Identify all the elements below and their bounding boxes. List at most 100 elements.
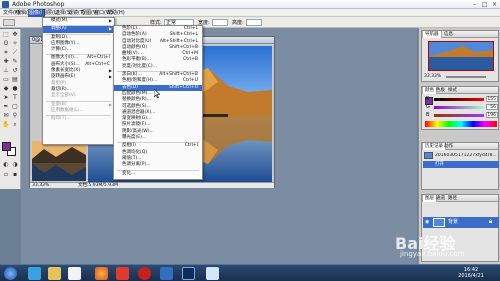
adjust-menu-item-label: 阈值(T)... [122, 155, 142, 161]
quick-mask-icon[interactable]: ◐ [2, 161, 10, 169]
screen-mode-full-icon[interactable]: ▪ [11, 171, 19, 179]
adjust-menu-item-label: 色阶(L)... [122, 26, 142, 31]
stamp-tool-icon[interactable]: ⊥ [2, 67, 10, 75]
firefox-icon[interactable] [95, 267, 108, 280]
app-icon-3[interactable] [206, 267, 219, 280]
qq-icon[interactable] [160, 267, 173, 280]
history-step-row[interactable]: 打开 [423, 161, 499, 168]
photoshop-app-icon [2, 1, 9, 8]
lasso-tool-icon[interactable]: ʘ [2, 40, 10, 48]
g-value[interactable]: 56 [486, 104, 498, 110]
explorer-icon[interactable] [48, 267, 61, 280]
minimize-icon[interactable]: – [470, 1, 479, 8]
photoshop-taskbar-icon[interactable] [182, 267, 195, 280]
b-slider[interactable] [434, 114, 484, 117]
tab-navigator[interactable]: 导航器 [422, 31, 442, 38]
hand-tool-icon[interactable]: ✋ [2, 121, 10, 129]
notes-tool-icon[interactable]: ✉ [2, 112, 10, 120]
history-snapshot-thumb[interactable] [424, 152, 433, 159]
eraser-tool-icon[interactable]: ▭ [2, 76, 10, 84]
adjust-menu-item-label: 去色(D) [122, 84, 138, 90]
dodge-tool-icon[interactable]: ● [11, 85, 19, 93]
image-menu-item-label: 图像大小(I)... [51, 55, 79, 61]
adjust-menu-item-label: 自动色阶(A) [122, 32, 147, 38]
width-input[interactable] [212, 19, 228, 26]
menu-help[interactable]: 帮助(H) [106, 9, 126, 17]
adjust-menu-item-label: 曲线(V)... [122, 51, 142, 57]
g-slider[interactable] [434, 106, 484, 109]
type-tool-icon[interactable]: T [11, 94, 19, 102]
image-menu: 模式(M) ▶ 调整(A) ▶ 复制(D)... 应用图像(Y)... 计算(C)... 图像… [42, 17, 115, 145]
ie-icon[interactable] [28, 267, 41, 280]
zoom-level[interactable]: 33.33% [32, 183, 49, 189]
eyedropper-tool-icon[interactable]: ⚲ [11, 112, 19, 120]
r-slider[interactable] [434, 98, 484, 101]
image-menu-item[interactable]: 陷印(T)... [43, 116, 114, 122]
adjust-menu-item-label: 亮度/对比度(C)... [122, 63, 157, 69]
adjust-menu-item-label: 色调分离(P)... [122, 162, 151, 168]
tab-info[interactable]: 信息 [442, 31, 455, 38]
app-icon-2[interactable] [116, 267, 129, 280]
tab-paths[interactable]: 路径 [446, 195, 459, 202]
zoom-tool-icon[interactable]: ⌕ [11, 121, 19, 129]
color-spectrum-bar[interactable] [425, 121, 497, 127]
layer-row-background[interactable]: ◉ 背景 🔒︎ [423, 217, 499, 228]
history-brush-tool-icon[interactable]: ↺ [11, 67, 19, 75]
navigator-thumbnail[interactable] [428, 41, 494, 71]
image-menu-item-label: 变量(B) [51, 101, 67, 107]
screen-mode-standard-icon[interactable]: ▫ [2, 171, 10, 179]
navigator-zoom[interactable]: 33.33% [424, 74, 441, 79]
marquee-tool-icon[interactable]: ⬚ [2, 31, 10, 39]
crop-tool-icon[interactable]: ⌗ [2, 49, 10, 57]
navigator-panel: 导航器 信息 33.33% [421, 30, 499, 82]
adjust-menu-item-label: 色相/饱和度(H)... [122, 78, 158, 84]
image-menu-item-label: 裁剪(P) [51, 80, 67, 86]
image-menu-item-label: 画布大小(S)... [51, 61, 80, 67]
close-icon[interactable]: × [490, 1, 499, 8]
media-player-icon[interactable] [138, 267, 151, 280]
quick-mask-on-icon[interactable]: ◑ [11, 161, 19, 169]
maximize-icon[interactable]: □ [480, 1, 489, 8]
brush-tool-icon[interactable]: ✎ [11, 58, 19, 66]
system-clock[interactable]: 16:42 2016/4/21 [456, 267, 486, 279]
tab-styles[interactable]: 样式 [446, 87, 459, 94]
adjust-menu-item-label: 替换颜色(R)... [122, 97, 151, 103]
r-value[interactable]: 155 [486, 96, 498, 102]
move-tool-icon[interactable]: ✥ [11, 31, 19, 39]
history-panel: 历史记录 动作 20160305171227xfyd4r8... 打开 [421, 142, 499, 190]
adjust-menu-item-label: 照片滤镜(F)... [122, 122, 151, 128]
title-bar: Adobe Photoshop – □ × [0, 0, 500, 9]
image-menu-item-label: 裁切(R)... [51, 86, 71, 92]
app-icon-1[interactable] [68, 267, 81, 280]
pen-tool-icon[interactable]: ✒ [2, 103, 10, 111]
adjust-menu-item-label: 通道混合器(X)... [122, 109, 156, 115]
navigator-zoom-slider[interactable] [446, 76, 486, 78]
b-value[interactable]: 196 [486, 112, 498, 118]
lock-icon: 🔒︎ [489, 218, 493, 225]
healing-brush-tool-icon[interactable]: ✚ [2, 58, 10, 66]
image-menu-item-label: 陷印(T)... [51, 116, 71, 122]
blur-tool-icon[interactable]: ◆ [2, 85, 10, 93]
marquee-tool-preset-icon[interactable] [3, 19, 15, 26]
path-select-tool-icon[interactable]: ➤ [2, 94, 10, 102]
layer-thumbnail [433, 218, 445, 227]
menu-bar: 文件(F) 编辑(E) 图像(I) 图层(L) 选择(S) 滤镜(T) 视图(V… [0, 9, 500, 17]
eye-icon[interactable]: ◉ [425, 219, 431, 225]
start-button-icon[interactable] [4, 267, 17, 280]
magic-wand-tool-icon[interactable]: ✧ [11, 40, 19, 48]
panel-dock: 导航器 信息 33.33% 颜色 色板 样式 R 155 G 56 B 196 [418, 28, 500, 264]
adjust-menu-item-label: 色彩平衡(B)... [122, 57, 151, 63]
history-snapshot-name[interactable]: 20160305171227xfyd4r8... [435, 153, 498, 158]
height-input[interactable] [246, 19, 262, 26]
slice-tool-icon[interactable]: ⟋ [11, 49, 19, 57]
height-label: 高度: [232, 20, 244, 26]
shape-tool-icon[interactable]: ▢ [11, 103, 19, 111]
color-panel: 颜色 色板 样式 R 155 G 56 B 196 [421, 86, 499, 130]
tab-actions[interactable]: 动作 [442, 143, 455, 150]
canvas-left-strip[interactable] [32, 141, 86, 181]
watermark-url: jingyan.baidu.com [400, 250, 465, 258]
gradient-tool-icon[interactable]: ▤ [11, 76, 19, 84]
foreground-color-swatch[interactable] [2, 142, 11, 151]
adjust-menu-item[interactable]: 变化... [114, 171, 202, 177]
adjust-menu-item-label: 渐变映射(G)... [122, 116, 152, 122]
